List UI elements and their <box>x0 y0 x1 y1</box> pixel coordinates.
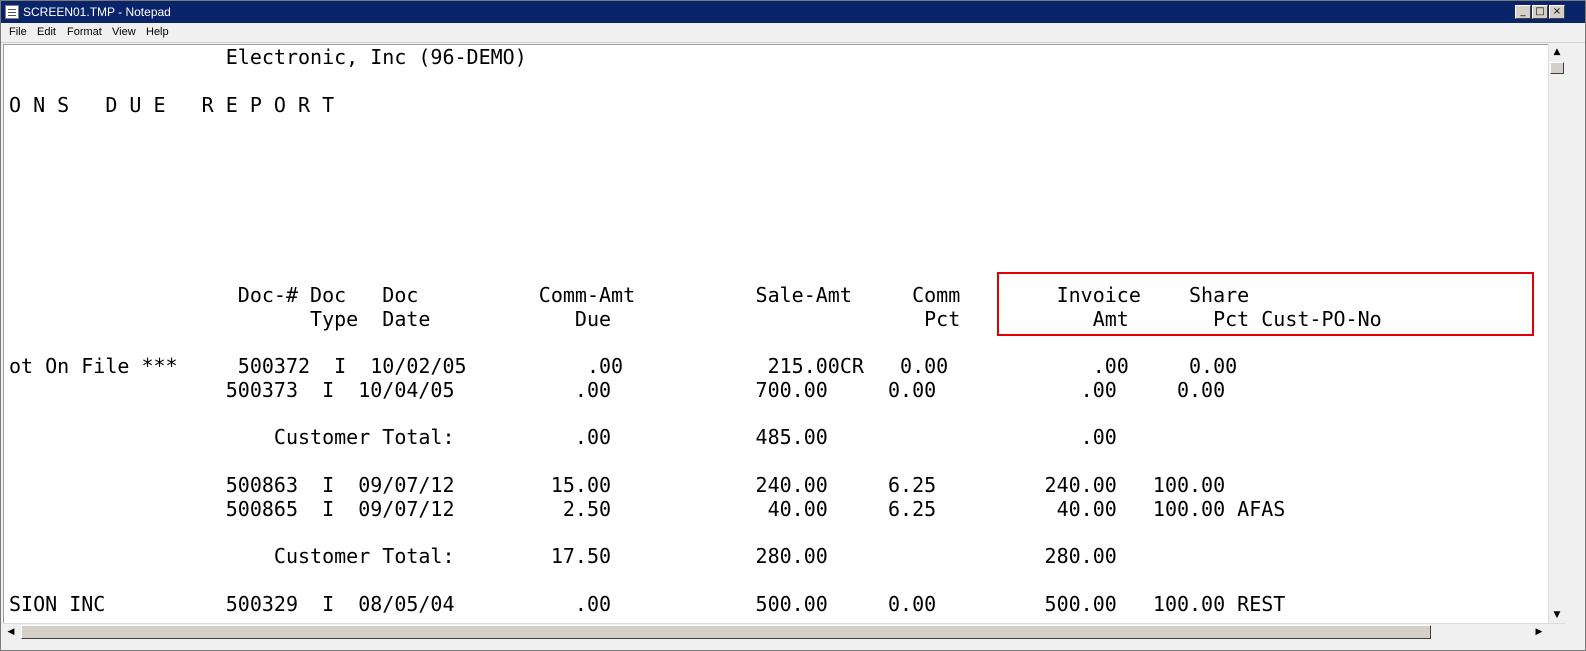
menu-view[interactable]: View <box>112 26 136 39</box>
text-line: O N S D U E R E P O R T <box>9 93 335 117</box>
scroll-up-icon[interactable]: ▲ <box>1549 44 1565 60</box>
notepad-icon[interactable] <box>5 5 19 19</box>
menu-format[interactable]: Format <box>67 26 102 39</box>
scroll-down-icon[interactable]: ▼ <box>1549 607 1565 623</box>
horizontal-scroll-thumb[interactable] <box>21 625 1431 639</box>
menu-help[interactable]: Help <box>146 26 169 39</box>
close-button[interactable]: × <box>1549 5 1565 19</box>
text-line: SION INC 500329 I 08/05/04 .00 500.00 0.… <box>9 592 1286 616</box>
text-line: Electronic, Inc (96-DEMO) <box>9 45 527 69</box>
text-line: 500865 I 09/07/12 2.50 40.00 6.25 40.00 … <box>9 497 1286 521</box>
minimize-button[interactable]: _ <box>1515 5 1531 19</box>
menu-bar: File Edit Format View Help <box>1 23 1585 43</box>
scroll-left-icon[interactable]: ◀ <box>3 624 19 640</box>
text-line: ot On File *** 500372 I 10/02/05 .00 215… <box>9 354 1238 378</box>
menu-edit[interactable]: Edit <box>37 26 56 39</box>
highlight-box <box>997 272 1534 336</box>
menu-file[interactable]: File <box>9 26 27 39</box>
window-title: SCREEN01.TMP - Notepad <box>23 5 171 19</box>
vertical-scrollbar[interactable]: ▲ ▼ <box>1548 44 1566 623</box>
horizontal-scrollbar[interactable]: ◀ ▶ <box>3 623 1565 641</box>
title-bar[interactable]: SCREEN01.TMP - Notepad _ □ × <box>1 1 1585 23</box>
text-line: 500863 I 09/07/12 15.00 240.00 6.25 240.… <box>9 473 1226 497</box>
notepad-window: SCREEN01.TMP - Notepad _ □ × File Edit F… <box>0 0 1586 651</box>
maximize-button[interactable]: □ <box>1532 5 1548 19</box>
text-line: Customer Total: 17.50 280.00 280.00 <box>9 544 1117 568</box>
vertical-scroll-thumb[interactable] <box>1550 62 1564 74</box>
scroll-right-icon[interactable]: ▶ <box>1531 624 1547 640</box>
text-editor[interactable]: Electronic, Inc (96-DEMO) O N S D U E R … <box>3 44 1549 624</box>
text-line: 500373 I 10/04/05 .00 700.00 0.00 .00 0.… <box>9 378 1226 402</box>
text-line: Customer Total: .00 485.00 .00 <box>9 425 1117 449</box>
